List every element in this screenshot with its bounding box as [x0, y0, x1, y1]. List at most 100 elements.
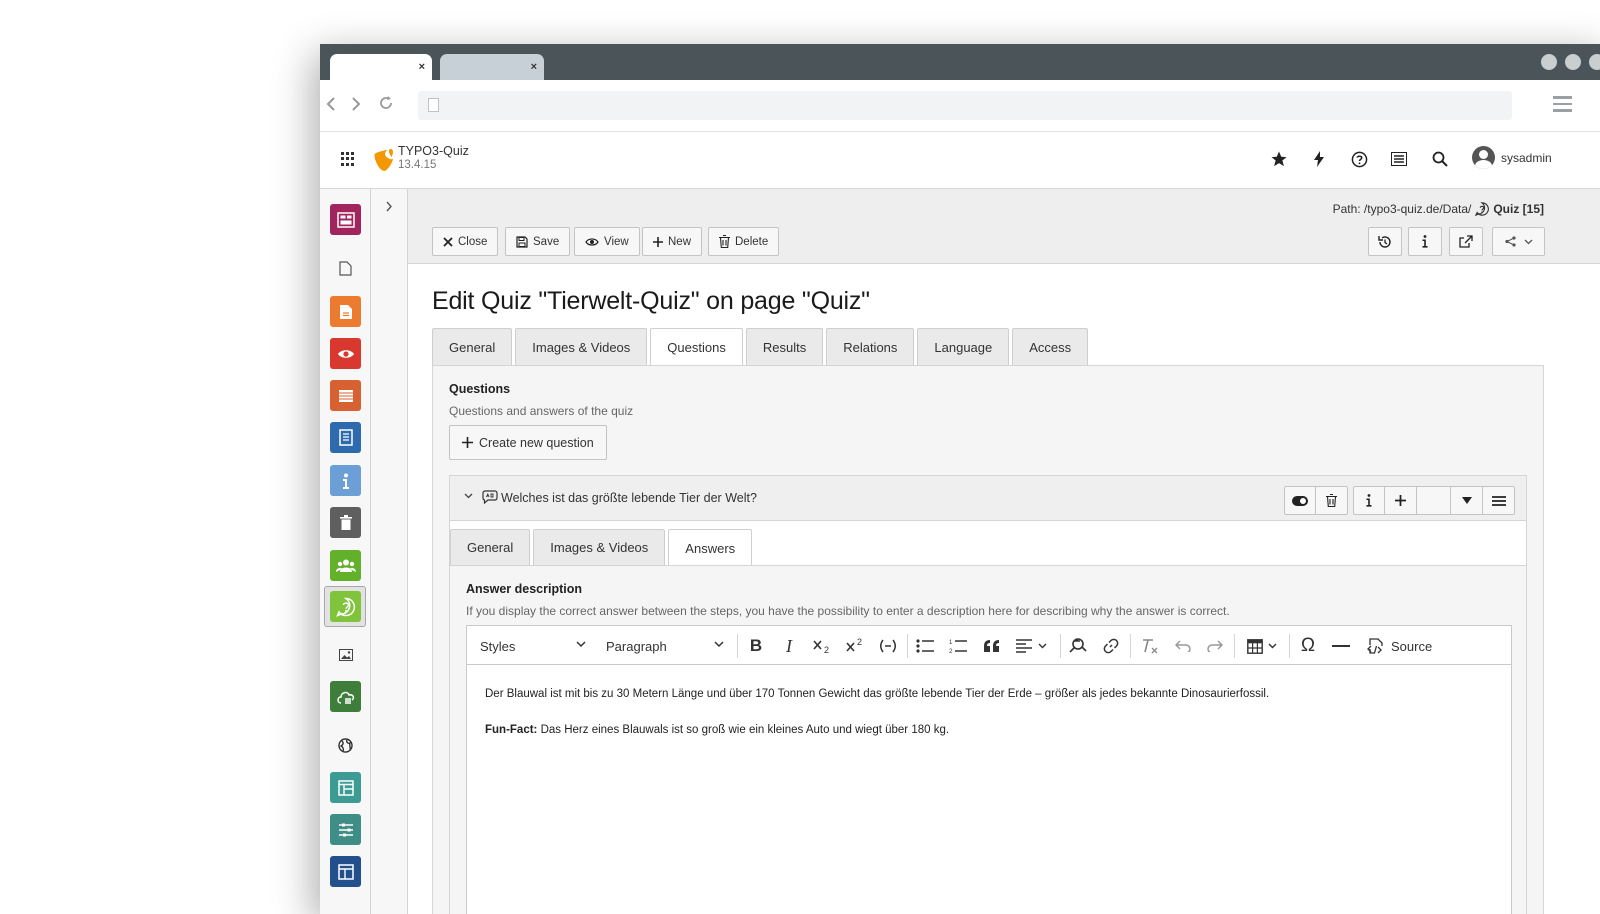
web-layout-module-icon[interactable]	[330, 204, 361, 235]
flash-icon[interactable]	[1308, 148, 1330, 170]
maximize-button[interactable]	[1565, 54, 1581, 70]
styles-label: Styles	[480, 638, 516, 654]
delete-question-button[interactable]	[1316, 486, 1348, 515]
info-icon	[1422, 235, 1428, 248]
sites-globe-module-icon[interactable]	[330, 730, 361, 761]
bulleted-list-icon[interactable]	[912, 634, 938, 658]
hamburger-menu-icon[interactable]	[1553, 96, 1572, 116]
page-tree-toggle-column	[371, 189, 408, 914]
new-label: New	[668, 235, 692, 248]
close-button[interactable]: Close	[432, 227, 499, 256]
tab-language[interactable]: Language	[917, 328, 1010, 365]
forward-arrow-icon[interactable]	[350, 96, 362, 116]
create-new-question-button[interactable]: Create new question	[449, 425, 607, 460]
storage-cloud-module-icon[interactable]	[330, 681, 361, 712]
subscript-icon[interactable]: 2	[809, 634, 835, 658]
layout-module-icon[interactable]	[330, 856, 361, 887]
browser-tab[interactable]: ×	[440, 54, 544, 80]
list-module-icon[interactable]	[330, 296, 361, 327]
open-new-window-button[interactable]	[1449, 227, 1483, 256]
subtab-answers[interactable]: Answers	[668, 529, 753, 566]
share-dropdown-button[interactable]	[1492, 227, 1545, 256]
subtab-general[interactable]: General	[450, 529, 531, 565]
blockquote-icon[interactable]	[979, 634, 1005, 658]
bold-icon[interactable]: B	[743, 634, 769, 658]
superscript-icon[interactable]: 2	[842, 634, 868, 658]
question-record-header[interactable]: Welches ist das größte lebende Tier der …	[450, 476, 1526, 521]
redo-icon[interactable]	[1202, 634, 1228, 658]
back-arrow-icon[interactable]	[326, 96, 338, 116]
close-window-button[interactable]	[1589, 54, 1600, 70]
find-replace-icon[interactable]	[1065, 634, 1091, 658]
typo3-logo-icon[interactable]	[372, 148, 394, 177]
soft-hyphen-icon[interactable]	[875, 634, 901, 658]
question-info-button[interactable]	[1353, 486, 1385, 515]
view-label: View	[604, 235, 629, 248]
records-module-icon[interactable]	[330, 380, 361, 411]
special-characters-omega-icon[interactable]: Ω	[1295, 634, 1321, 658]
collapse-chevron-icon[interactable]	[464, 491, 473, 502]
recycler-trash-module-icon[interactable]	[330, 507, 361, 538]
view-module-eye-icon[interactable]	[330, 338, 361, 369]
funfact-label: Fun-Fact:	[485, 723, 538, 736]
paragraph-format-dropdown[interactable]: Paragraph	[606, 635, 724, 657]
source-button[interactable]: Source	[1367, 634, 1432, 658]
move-up-button[interactable]	[1417, 486, 1451, 515]
svg-text:2: 2	[949, 649, 953, 654]
horizontal-line-icon[interactable]	[1328, 634, 1354, 658]
users-module-icon[interactable]	[330, 550, 361, 581]
table-icon	[1247, 638, 1263, 654]
move-down-button[interactable]	[1451, 486, 1483, 515]
settings-sliders-module-icon[interactable]	[330, 814, 361, 845]
templates-module-icon[interactable]	[330, 772, 361, 803]
search-icon[interactable]	[1429, 148, 1451, 170]
toggle-icon	[1292, 495, 1308, 506]
insert-table-dropdown[interactable]	[1242, 634, 1282, 658]
url-input[interactable]	[418, 91, 1512, 120]
history-button[interactable]	[1368, 227, 1402, 256]
italic-icon[interactable]: I	[776, 634, 802, 658]
media-image-module-icon[interactable]	[330, 639, 361, 670]
info-module-icon[interactable]	[330, 465, 361, 496]
quiz-module-icon[interactable]	[330, 591, 361, 622]
add-question-after-button[interactable]	[1385, 486, 1417, 515]
system-info-list-icon[interactable]	[1388, 148, 1410, 170]
drag-handle-button[interactable]	[1483, 486, 1515, 515]
page-module-icon[interactable]	[330, 253, 361, 284]
close-tab-icon[interactable]: ×	[419, 61, 425, 73]
expand-page-tree-chevron-icon[interactable]	[385, 201, 393, 215]
record-info-button[interactable]	[1408, 227, 1442, 256]
avatar	[1472, 146, 1495, 169]
bookmark-star-icon[interactable]	[1268, 148, 1290, 170]
numbered-list-icon[interactable]: 12	[945, 634, 971, 658]
user-menu[interactable]: sysadmin	[1472, 146, 1552, 169]
alignment-dropdown[interactable]	[1012, 634, 1050, 658]
help-icon[interactable]	[1348, 148, 1370, 170]
save-button[interactable]: Save	[505, 227, 571, 256]
tab-general[interactable]: General	[432, 328, 513, 365]
delete-button[interactable]: Delete	[708, 227, 780, 256]
tab-images-videos[interactable]: Images & Videos	[515, 328, 648, 365]
subtab-images-videos[interactable]: Images & Videos	[533, 529, 666, 565]
tab-results[interactable]: Results	[745, 328, 824, 365]
tab-access[interactable]: Access	[1012, 328, 1089, 365]
funfact-text: Das Herz eines Blauwals ist so groß wie …	[537, 723, 950, 736]
remove-format-icon[interactable]	[1137, 634, 1163, 658]
info-pages-module-icon[interactable]	[330, 422, 361, 453]
tab-questions[interactable]: Questions	[650, 328, 743, 366]
reload-icon[interactable]	[378, 95, 394, 116]
styles-dropdown[interactable]: Styles	[480, 635, 586, 657]
minimize-button[interactable]	[1541, 54, 1557, 70]
view-button[interactable]: View	[574, 227, 640, 256]
close-tab-icon[interactable]: ×	[531, 61, 537, 73]
link-icon[interactable]	[1098, 634, 1124, 658]
module-menu-grid-icon[interactable]	[341, 152, 355, 166]
editor-content[interactable]: Der Blauwal ist mit bis zu 30 Metern Län…	[485, 686, 1493, 757]
hide-toggle-button[interactable]	[1284, 486, 1316, 515]
new-button[interactable]: New	[642, 227, 703, 256]
question-title[interactable]: Welches ist das größte lebende Tier der …	[501, 491, 757, 505]
undo-icon[interactable]	[1170, 634, 1196, 658]
tab-relations[interactable]: Relations	[826, 328, 915, 365]
close-label: Close	[458, 235, 488, 248]
browser-tab-active[interactable]: ×	[330, 54, 432, 80]
